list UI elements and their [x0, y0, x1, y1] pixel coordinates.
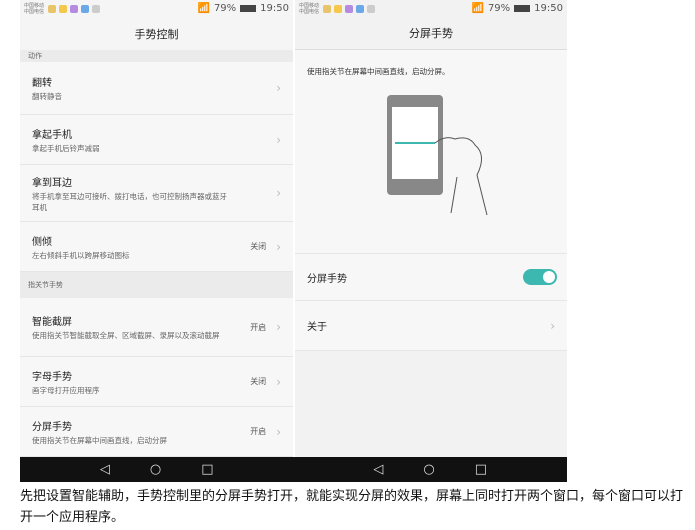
chevron-right-icon: ›: [276, 374, 281, 389]
setting-subtitle: 画字母打开应用程序: [32, 385, 100, 395]
setting-row[interactable]: 侧倾左右倾斜手机以跨屏移动图标 关闭 ›: [20, 222, 293, 272]
setting-value: 关闭: [250, 377, 267, 386]
setting-title: 翻转: [32, 78, 52, 89]
setting-subtitle: 拿起手机后铃声减弱: [32, 143, 100, 153]
setting-row[interactable]: 翻转翻转静音 ›: [20, 62, 293, 115]
notification-icons: [323, 4, 376, 13]
wifi-signal-icon: 📶: [197, 3, 210, 14]
about-row[interactable]: 关于 ›: [295, 301, 567, 351]
section-header: 动作: [20, 50, 293, 62]
home-button[interactable]: ○: [423, 462, 434, 477]
chevron-right-icon: ›: [276, 424, 281, 439]
navigation-bar: ◁ ○ □ ◁ ○ □: [20, 457, 567, 482]
page-title: 分屏手势: [295, 17, 567, 50]
setting-title: 拿到耳边: [32, 177, 72, 189]
clock: 19:50: [260, 3, 289, 14]
setting-row[interactable]: 拿到耳边将手机拿至耳边可接听、拨打电话，也可控制扬声器或蓝牙耳机 ›: [20, 165, 293, 222]
chevron-right-icon: ›: [276, 132, 281, 147]
setting-value: 开启: [250, 427, 267, 436]
setting-value: 关闭: [250, 242, 267, 251]
setting-row[interactable]: 智能截屏使用指关节智能截取全屏、区域截屏、录屏以及滚动截屏 开启 ›: [20, 298, 293, 357]
battery-percent: 79%: [213, 3, 237, 14]
carrier-1: 中国移动: [299, 2, 320, 9]
battery-icon: [240, 5, 257, 12]
chevron-right-icon: ›: [276, 81, 281, 95]
chevron-right-icon: ›: [550, 318, 555, 333]
description-panel: 使用指关节在屏幕中间画直线，启动分屏。: [295, 50, 567, 254]
toggle-label: 分屏手势: [307, 273, 347, 285]
carrier-1: 中国移动: [24, 2, 45, 9]
carrier-2: 中国电信: [299, 8, 320, 15]
page-title: 手势控制: [134, 27, 179, 41]
setting-subtitle: 使用指关节智能截取全屏、区域截屏、录屏以及滚动截屏: [32, 331, 220, 340]
back-button[interactable]: ◁: [373, 462, 383, 477]
chevron-right-icon: ›: [276, 239, 281, 254]
battery-percent: 79%: [487, 3, 511, 14]
setting-title: 字母手势: [32, 371, 72, 383]
setting-title: 侧倾: [32, 236, 52, 248]
setting-title: 分屏手势: [32, 421, 72, 433]
recent-apps-button[interactable]: □: [201, 462, 213, 477]
setting-title: 拿起手机: [32, 129, 72, 141]
setting-title: 智能截屏: [32, 317, 72, 328]
carrier-2: 中国电信: [24, 8, 45, 15]
setting-subtitle: 翻转静音: [32, 92, 62, 101]
wifi-signal-icon: 📶: [471, 3, 484, 14]
status-bar: 中国移动 中国电信 📶 79% 19:50: [20, 0, 293, 17]
setting-value: 开启: [250, 322, 267, 332]
recent-apps-button[interactable]: □: [475, 462, 487, 477]
back-button[interactable]: ◁: [100, 462, 110, 477]
chevron-right-icon: ›: [276, 186, 281, 200]
split-screen-gesture-toggle-row[interactable]: 分屏手势: [295, 254, 567, 301]
notification-icons: [48, 4, 101, 13]
gesture-control-screen: 中国移动 中国电信 📶 79% 19:50 手势控制 动作 翻转 翻转静音 › 拿起手机 拿起…: [20, 0, 293, 457]
caption-text: 先把设置智能辅助，手势控制里的分屏手势打开，就能实现分屏的效果，屏幕上同时打开两…: [20, 489, 684, 525]
description-text: 使用指关节在屏幕中间画直线，启动分屏。: [307, 67, 450, 76]
setting-row[interactable]: 分屏手势使用指关节在屏幕中间画直线，启动分屏 开启 ›: [20, 407, 293, 457]
chevron-right-icon: ›: [276, 320, 281, 334]
setting-row[interactable]: 字母手势画字母打开应用程序 关闭 ›: [20, 357, 293, 407]
about-label: 关于: [307, 322, 327, 333]
section-header: 指关节手势: [20, 272, 293, 298]
setting-row[interactable]: 拿起手机拿起手机后铃声减弱 ›: [20, 115, 293, 165]
split-screen-gesture-screen: 中国移动 中国电信 📶 79% 19:50 分屏手势 使用指关节在屏幕中间画直线，启动…: [295, 0, 567, 457]
clock: 19:50: [534, 3, 563, 14]
setting-subtitle: 将手机拿至耳边可接听、拨打电话，也可控制扬声器或蓝牙耳机: [32, 191, 227, 212]
setting-subtitle: 左右倾斜手机以跨屏移动图标: [32, 250, 130, 260]
status-bar: 中国移动 中国电信 📶 79% 19:50: [295, 0, 567, 17]
battery-icon: [514, 5, 531, 12]
split-gesture-illustration: [387, 95, 488, 216]
split-screen-gesture-toggle[interactable]: [523, 269, 557, 285]
setting-subtitle: 使用指关节在屏幕中间画直线，启动分屏: [32, 435, 167, 445]
home-button[interactable]: ○: [150, 462, 161, 477]
